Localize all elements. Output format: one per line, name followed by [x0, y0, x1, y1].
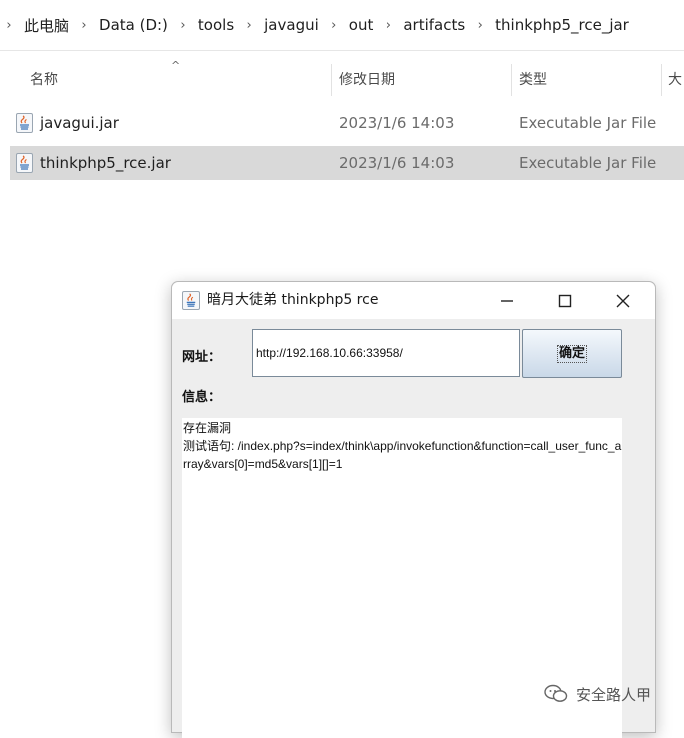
info-line-test-statement: 测试语句: /index.php?s=index/think\app/invok…: [183, 439, 622, 471]
minimize-button[interactable]: [478, 282, 536, 319]
file-type: Executable Jar File: [519, 154, 657, 172]
file-name: thinkphp5_rce.jar: [40, 154, 171, 172]
column-header-row: ^ 名称 修改日期 类型 大: [0, 59, 684, 96]
chevron-right-icon[interactable]: ›: [0, 18, 18, 33]
watermark: 安全路人甲: [544, 683, 651, 705]
breadcrumb-current-folder[interactable]: thinkphp5_rce_jar: [489, 16, 635, 34]
close-button[interactable]: [594, 282, 652, 319]
confirm-button[interactable]: 确定: [522, 329, 622, 378]
file-modified: 2023/1/6 14:03: [339, 154, 455, 172]
breadcrumb-artifacts[interactable]: artifacts: [397, 16, 471, 34]
file-row-selected[interactable]: thinkphp5_rce.jar 2023/1/6 14:03 Executa…: [10, 146, 684, 180]
file-type: Executable Jar File: [519, 114, 657, 132]
chevron-right-icon[interactable]: ›: [471, 18, 489, 33]
file-name: javagui.jar: [40, 114, 119, 132]
chevron-right-icon[interactable]: ›: [174, 18, 192, 33]
maximize-button[interactable]: [536, 282, 594, 319]
file-modified: 2023/1/6 14:03: [339, 114, 455, 132]
breadcrumb-data-drive[interactable]: Data (D:): [93, 16, 174, 34]
breadcrumb-this-pc[interactable]: 此电脑: [18, 15, 75, 36]
column-divider[interactable]: [661, 64, 662, 96]
breadcrumb-out[interactable]: out: [343, 16, 380, 34]
column-header-size[interactable]: 大: [668, 62, 682, 96]
maximize-icon: [558, 294, 572, 307]
wechat-icon: [544, 684, 568, 702]
url-label: 网址：: [182, 350, 222, 365]
close-icon: [616, 294, 630, 307]
column-header-name[interactable]: 名称: [30, 62, 58, 96]
column-header-modified[interactable]: 修改日期: [339, 62, 395, 96]
file-row[interactable]: javagui.jar 2023/1/6 14:03 Executable Ja…: [10, 106, 684, 140]
minimize-icon: [501, 299, 513, 302]
breadcrumb-javagui[interactable]: javagui: [258, 16, 325, 34]
java-jar-icon: [16, 113, 33, 133]
chevron-right-icon[interactable]: ›: [75, 18, 93, 33]
column-divider[interactable]: [331, 64, 332, 96]
column-header-type[interactable]: 类型: [519, 62, 547, 96]
info-line-status: 存在漏洞: [183, 421, 232, 435]
address-breadcrumb: › 此电脑 › Data (D:) › tools › javagui › ou…: [0, 0, 684, 51]
watermark-text: 安全路人甲: [576, 685, 652, 704]
thinkphp-rce-dialog: 暗月大徒弟 thinkphp5 rce 网址： http://192.168.1…: [171, 281, 656, 738]
chevron-right-icon[interactable]: ›: [325, 18, 343, 33]
url-input[interactable]: http://192.168.10.66:33958/: [252, 329, 520, 377]
java-app-icon: [182, 291, 200, 310]
sort-ascending-icon: ^: [171, 59, 181, 72]
dialog-titlebar[interactable]: 暗月大徒弟 thinkphp5 rce: [172, 282, 655, 319]
breadcrumb-tools[interactable]: tools: [192, 16, 240, 34]
chevron-right-icon[interactable]: ›: [240, 18, 258, 33]
chevron-right-icon[interactable]: ›: [379, 18, 397, 33]
java-jar-icon: [16, 153, 33, 173]
dialog-title: 暗月大徒弟 thinkphp5 rce: [207, 292, 379, 308]
info-label: 信息：: [182, 390, 222, 405]
column-divider[interactable]: [511, 64, 512, 96]
confirm-button-label: 确定: [556, 344, 587, 363]
